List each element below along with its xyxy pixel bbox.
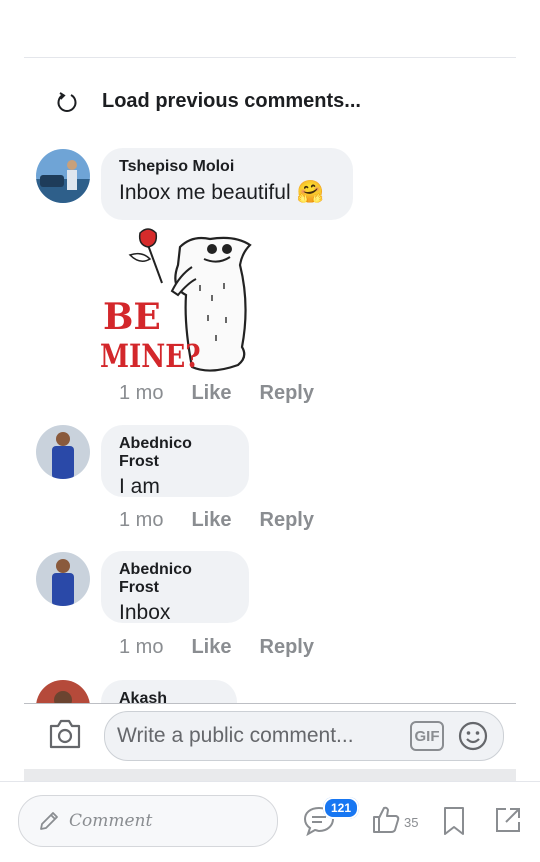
composer-bottom-strip bbox=[24, 769, 516, 781]
camera-icon bbox=[49, 719, 81, 749]
comment-text: Inbox me beautiful bbox=[119, 181, 291, 204]
reply-button[interactable]: Reply bbox=[260, 509, 314, 532]
like-button[interactable]: Like bbox=[191, 509, 231, 532]
top-divider bbox=[24, 57, 516, 58]
comment-bubble: Tshepiso Moloi Inbox me beautiful 🤗 bbox=[101, 148, 353, 220]
partial-comment-clip: Akash Haque bbox=[24, 676, 516, 703]
comment-time: 1 mo bbox=[119, 636, 164, 658]
avatar-photo bbox=[36, 425, 90, 479]
avatar-photo bbox=[36, 680, 90, 703]
comment-pill-button[interactable]: Comment bbox=[18, 795, 278, 847]
avatar-photo bbox=[36, 552, 90, 606]
comment-actions: 1 mo Like Reply bbox=[119, 382, 314, 405]
comment-bubble: Abednico Frost Inbox bbox=[101, 551, 249, 624]
bookmark-icon bbox=[444, 807, 464, 835]
refresh-icon bbox=[57, 91, 77, 112]
thumbs-up-icon bbox=[373, 806, 400, 833]
reply-button[interactable]: Reply bbox=[260, 636, 314, 659]
bookmark-button[interactable] bbox=[442, 806, 466, 841]
gif-button[interactable]: GIF bbox=[410, 721, 444, 751]
comment-bubble: Abednico Frost I am bbox=[101, 425, 249, 498]
svg-text:MINE?: MINE? bbox=[100, 337, 201, 374]
load-previous-label: Load previous comments... bbox=[102, 90, 361, 112]
avatar[interactable] bbox=[36, 552, 90, 606]
avatar-photo bbox=[36, 149, 90, 203]
comment-time: 1 mo bbox=[119, 382, 164, 404]
load-previous-comments-button[interactable]: Load previous comments... bbox=[56, 90, 361, 113]
composer-divider bbox=[24, 703, 516, 704]
like-button[interactable]: Like bbox=[191, 636, 231, 659]
comment-bubble: Akash Haque bbox=[101, 680, 237, 703]
camera-button[interactable] bbox=[48, 718, 82, 755]
pencil-icon bbox=[40, 812, 58, 830]
avatar[interactable] bbox=[36, 149, 90, 203]
comment-actions: 1 mo Like Reply bbox=[119, 509, 314, 532]
comment-actions: 1 mo Like Reply bbox=[119, 636, 314, 659]
otter-rose-sticker-image: BE MINE? bbox=[100, 228, 252, 375]
comment-author[interactable]: Akash Haque bbox=[119, 690, 219, 703]
be-mine-sticker[interactable]: BE MINE? bbox=[100, 225, 255, 375]
emoji-icon[interactable] bbox=[457, 720, 489, 752]
comments-count: 121 bbox=[323, 797, 360, 819]
comment-author[interactable]: Abednico Frost bbox=[119, 435, 231, 471]
comment-text: I am bbox=[119, 475, 160, 498]
avatar[interactable] bbox=[36, 425, 90, 479]
comment-time: 1 mo bbox=[119, 509, 164, 531]
avatar[interactable] bbox=[36, 680, 90, 703]
reply-button[interactable]: Reply bbox=[260, 382, 314, 405]
hug-emoji-icon: 🤗 bbox=[296, 179, 324, 204]
share-external-icon bbox=[496, 808, 520, 832]
likes-count: 35 bbox=[404, 815, 419, 830]
comment-input[interactable] bbox=[115, 723, 409, 749]
comment-author[interactable]: Tshepiso Moloi bbox=[119, 158, 335, 176]
comment-text: Inbox bbox=[119, 601, 171, 624]
svg-text:BE: BE bbox=[103, 296, 161, 338]
comment-pill-label: Comment bbox=[69, 811, 153, 831]
like-button[interactable]: Like bbox=[191, 382, 231, 405]
comments-count-badge: 121 bbox=[323, 797, 360, 819]
comment-composer: GIF bbox=[104, 711, 504, 761]
comment-author[interactable]: Abednico Frost bbox=[119, 561, 231, 597]
like-count-button[interactable]: 35 bbox=[371, 804, 418, 834]
share-button[interactable] bbox=[494, 806, 522, 839]
